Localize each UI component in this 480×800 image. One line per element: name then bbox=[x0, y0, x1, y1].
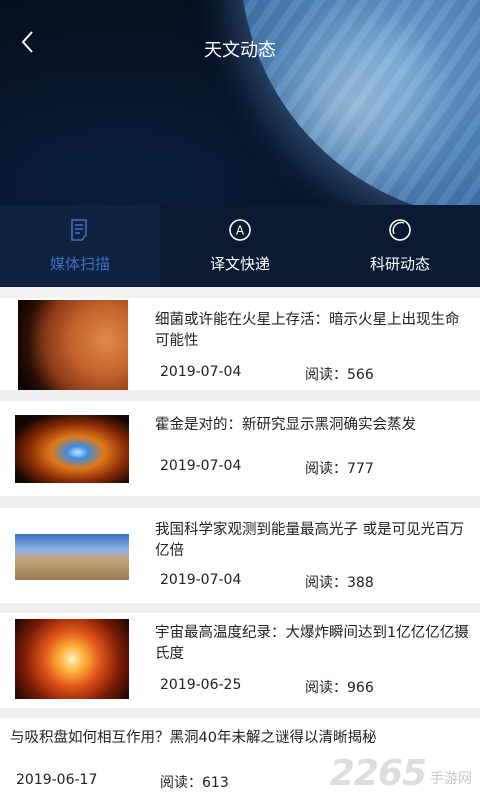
article-date: 2019-07-04 bbox=[160, 572, 242, 588]
mars-thumbnail bbox=[18, 300, 128, 390]
circle-a-icon: A bbox=[229, 219, 251, 241]
observatory-thumbnail bbox=[15, 534, 129, 580]
article-date: 2019-07-04 bbox=[160, 458, 242, 474]
tab-media-scan[interactable]: 媒体扫描 bbox=[0, 205, 160, 287]
tab-translation-express[interactable]: A 译文快递 bbox=[160, 205, 320, 287]
article-title: 宇宙最高温度纪录：大爆炸瞬间达到1亿亿亿亿摄氏度 bbox=[155, 625, 469, 662]
blackhole-thumbnail bbox=[15, 415, 129, 483]
article-item[interactable]: 细菌或许能在火星上存活：暗示火星上出现生命可能性 2019-07-04 阅读：5… bbox=[0, 298, 480, 390]
article-title: 细菌或许能在火星上存活：暗示火星上出现生命可能性 bbox=[155, 312, 460, 349]
article-title: 我国科学家观测到能量最高光子 或是可见光百万亿倍 bbox=[155, 522, 465, 559]
header-banner: 天文动态 bbox=[0, 0, 480, 205]
watermark-number: 2265 bbox=[329, 753, 427, 794]
divider bbox=[0, 287, 480, 298]
document-icon bbox=[71, 219, 87, 241]
tab-bar: 媒体扫描 A 译文快递 科研动态 bbox=[0, 205, 480, 287]
tab-research-news[interactable]: 科研动态 bbox=[320, 205, 480, 287]
page-title: 天文动态 bbox=[204, 40, 276, 61]
article-date: 2019-06-17 bbox=[16, 772, 98, 788]
article-item[interactable]: 宇宙最高温度纪录：大爆炸瞬间达到1亿亿亿亿摄氏度 2019-06-25 阅读：9… bbox=[0, 613, 480, 708]
watermark-logo: 2265 手游网 bbox=[330, 753, 472, 794]
tab-label: 媒体扫描 bbox=[49, 255, 110, 273]
article-item[interactable]: 我国科学家观测到能量最高光子 或是可见光百万亿倍 2019-07-04 阅读：3… bbox=[0, 508, 480, 603]
article-reads: 阅读：566 bbox=[305, 367, 374, 383]
ring-icon bbox=[389, 219, 411, 241]
watermark-text: 手游网 bbox=[430, 771, 472, 787]
planet-background-image bbox=[240, 0, 480, 205]
article-date: 2019-07-04 bbox=[160, 364, 242, 380]
article-title: 霍金是对的：新研究显示黑洞确实会蒸发 bbox=[155, 417, 416, 433]
article-reads: 阅读：777 bbox=[305, 461, 374, 477]
svg-text:A: A bbox=[236, 224, 245, 238]
article-item[interactable]: 霍金是对的：新研究显示黑洞确实会蒸发 2019-07-04 阅读：777 bbox=[0, 401, 480, 496]
article-date: 2019-06-25 bbox=[160, 677, 242, 693]
article-reads: 阅读：613 bbox=[160, 775, 229, 791]
article-title: 与吸积盘如何相互作用？黑洞40年未解之谜得以清晰揭秘 bbox=[10, 730, 377, 746]
explosion-thumbnail bbox=[15, 619, 129, 699]
article-reads: 阅读：388 bbox=[305, 575, 374, 591]
article-reads: 阅读：966 bbox=[305, 680, 374, 696]
tab-label: 科研动态 bbox=[369, 255, 430, 273]
tab-label: 译文快递 bbox=[209, 255, 270, 273]
